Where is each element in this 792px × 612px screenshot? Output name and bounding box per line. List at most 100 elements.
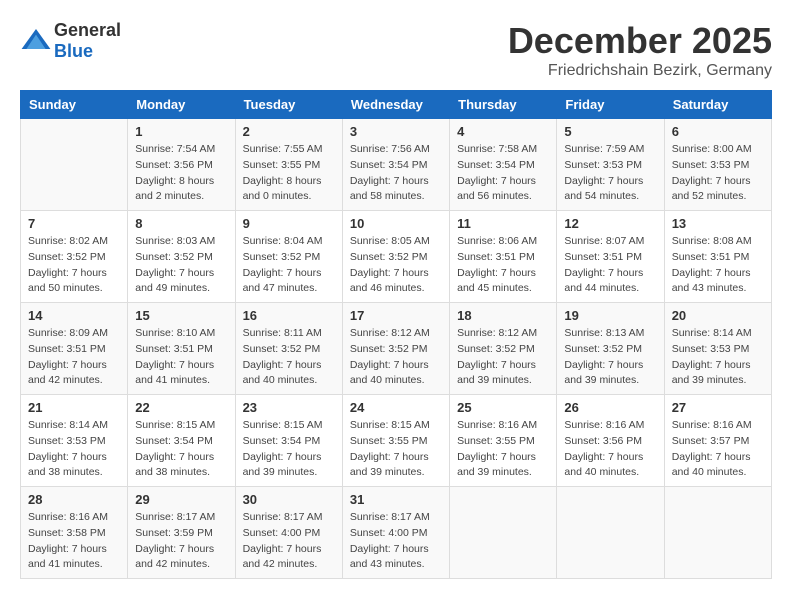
calendar-cell: 21Sunrise: 8:14 AM Sunset: 3:53 PM Dayli… [21, 395, 128, 487]
calendar-cell: 23Sunrise: 8:15 AM Sunset: 3:54 PM Dayli… [235, 395, 342, 487]
calendar-cell: 26Sunrise: 8:16 AM Sunset: 3:56 PM Dayli… [557, 395, 664, 487]
calendar-cell: 11Sunrise: 8:06 AM Sunset: 3:51 PM Dayli… [450, 211, 557, 303]
calendar-cell: 16Sunrise: 8:11 AM Sunset: 3:52 PM Dayli… [235, 303, 342, 395]
day-info: Sunrise: 8:17 AM Sunset: 4:00 PM Dayligh… [243, 510, 335, 573]
page-header: General Blue December 2025 Friedrichshai… [20, 20, 772, 80]
day-info: Sunrise: 8:16 AM Sunset: 3:57 PM Dayligh… [672, 418, 764, 481]
day-info: Sunrise: 8:16 AM Sunset: 3:56 PM Dayligh… [564, 418, 656, 481]
calendar-cell: 14 Sunrise: 8:09 AM Sunset: 3:51 PM Dayli… [21, 303, 128, 395]
day-number: 5 [564, 124, 656, 139]
weekday-header-saturday: Saturday [664, 91, 771, 119]
calendar-cell: 5 Sunrise: 7:59 AM Sunset: 3:53 PM Daylig… [557, 119, 664, 211]
day-number: 20 [672, 308, 764, 323]
day-number: 8 [135, 216, 227, 231]
day-number: 11 [457, 216, 549, 231]
weekday-header-thursday: Thursday [450, 91, 557, 119]
day-number: 2 [243, 124, 335, 139]
day-info: Sunrise: 8:17 AM Sunset: 4:00 PM Dayligh… [350, 510, 442, 573]
day-number: 9 [243, 216, 335, 231]
calendar-cell: 2Sunrise: 7:55 AM Sunset: 3:55 PM Daylig… [235, 119, 342, 211]
day-info: Sunrise: 8:12 AM Sunset: 3:52 PM Dayligh… [350, 326, 442, 389]
calendar-cell [21, 119, 128, 211]
day-info: Sunrise: 8:15 AM Sunset: 3:54 PM Dayligh… [135, 418, 227, 481]
day-number: 19 [564, 308, 656, 323]
day-number: 25 [457, 400, 549, 415]
day-number: 14 [28, 308, 120, 323]
calendar-cell: 22 Sunrise: 8:15 AM Sunset: 3:54 PM Dayli… [128, 395, 235, 487]
weekday-header-friday: Friday [557, 91, 664, 119]
day-info: Sunrise: 8:16 AM Sunset: 3:58 PM Dayligh… [28, 510, 120, 573]
logo-icon [20, 25, 52, 57]
day-info: Sunrise: 8:03 AM Sunset: 3:52 PM Dayligh… [135, 234, 227, 297]
day-info: Sunrise: 7:58 AM Sunset: 3:54 PM Dayligh… [457, 142, 549, 205]
day-info: Sunrise: 8:05 AM Sunset: 3:52 PM Dayligh… [350, 234, 442, 297]
calendar-week-row: 21Sunrise: 8:14 AM Sunset: 3:53 PM Dayli… [21, 395, 772, 487]
calendar-cell: 1 Sunrise: 7:54 AM Sunset: 3:56 PM Daylig… [128, 119, 235, 211]
day-number: 12 [564, 216, 656, 231]
day-number: 24 [350, 400, 442, 415]
calendar-cell: 29Sunrise: 8:17 AM Sunset: 3:59 PM Dayli… [128, 487, 235, 579]
calendar-cell: 17Sunrise: 8:12 AM Sunset: 3:52 PM Dayli… [342, 303, 449, 395]
day-number: 16 [243, 308, 335, 323]
day-info: Sunrise: 8:13 AM Sunset: 3:52 PM Dayligh… [564, 326, 656, 389]
day-info: Sunrise: 8:00 AM Sunset: 3:53 PM Dayligh… [672, 142, 764, 205]
day-info: Sunrise: 8:16 AM Sunset: 3:55 PM Dayligh… [457, 418, 549, 481]
day-info: Sunrise: 7:54 AM Sunset: 3:56 PM Dayligh… [135, 142, 227, 205]
calendar-cell: 24Sunrise: 8:15 AM Sunset: 3:55 PM Dayli… [342, 395, 449, 487]
calendar-cell [450, 487, 557, 579]
calendar-cell [664, 487, 771, 579]
day-number: 30 [243, 492, 335, 507]
day-info: Sunrise: 7:56 AM Sunset: 3:54 PM Dayligh… [350, 142, 442, 205]
weekday-header-tuesday: Tuesday [235, 91, 342, 119]
calendar-cell: 6 Sunrise: 8:00 AM Sunset: 3:53 PM Daylig… [664, 119, 771, 211]
weekday-header-wednesday: Wednesday [342, 91, 449, 119]
calendar-cell: 4 Sunrise: 7:58 AM Sunset: 3:54 PM Daylig… [450, 119, 557, 211]
day-number: 3 [350, 124, 442, 139]
day-number: 23 [243, 400, 335, 415]
day-info: Sunrise: 7:59 AM Sunset: 3:53 PM Dayligh… [564, 142, 656, 205]
calendar-week-row: 1 Sunrise: 7:54 AM Sunset: 3:56 PM Daylig… [21, 119, 772, 211]
calendar-cell: 25 Sunrise: 8:16 AM Sunset: 3:55 PM Dayli… [450, 395, 557, 487]
day-number: 27 [672, 400, 764, 415]
calendar-cell: 8 Sunrise: 8:03 AM Sunset: 3:52 PM Daylig… [128, 211, 235, 303]
title-area: December 2025 Friedrichshain Bezirk, Ger… [508, 20, 772, 80]
logo-text: General Blue [54, 20, 121, 62]
day-number: 31 [350, 492, 442, 507]
day-number: 4 [457, 124, 549, 139]
calendar-cell: 31 Sunrise: 8:17 AM Sunset: 4:00 PM Dayli… [342, 487, 449, 579]
day-number: 1 [135, 124, 227, 139]
day-number: 18 [457, 308, 549, 323]
day-number: 13 [672, 216, 764, 231]
calendar-table: SundayMondayTuesdayWednesdayThursdayFrid… [20, 90, 772, 579]
day-info: Sunrise: 8:10 AM Sunset: 3:51 PM Dayligh… [135, 326, 227, 389]
day-info: Sunrise: 8:14 AM Sunset: 3:53 PM Dayligh… [672, 326, 764, 389]
month-title: December 2025 [508, 20, 772, 62]
calendar-cell: 13 Sunrise: 8:08 AM Sunset: 3:51 PM Dayli… [664, 211, 771, 303]
day-number: 21 [28, 400, 120, 415]
calendar-cell: 7 Sunrise: 8:02 AM Sunset: 3:52 PM Daylig… [21, 211, 128, 303]
day-info: Sunrise: 8:08 AM Sunset: 3:51 PM Dayligh… [672, 234, 764, 297]
day-number: 6 [672, 124, 764, 139]
calendar-week-row: 14 Sunrise: 8:09 AM Sunset: 3:51 PM Dayli… [21, 303, 772, 395]
day-info: Sunrise: 8:04 AM Sunset: 3:52 PM Dayligh… [243, 234, 335, 297]
calendar-cell: 18 Sunrise: 8:12 AM Sunset: 3:52 PM Dayli… [450, 303, 557, 395]
day-info: Sunrise: 8:02 AM Sunset: 3:52 PM Dayligh… [28, 234, 120, 297]
calendar-week-row: 7 Sunrise: 8:02 AM Sunset: 3:52 PM Daylig… [21, 211, 772, 303]
day-info: Sunrise: 8:07 AM Sunset: 3:51 PM Dayligh… [564, 234, 656, 297]
day-number: 28 [28, 492, 120, 507]
day-number: 15 [135, 308, 227, 323]
calendar-cell: 12 Sunrise: 8:07 AM Sunset: 3:51 PM Dayli… [557, 211, 664, 303]
day-info: Sunrise: 8:12 AM Sunset: 3:52 PM Dayligh… [457, 326, 549, 389]
weekday-header-monday: Monday [128, 91, 235, 119]
day-info: Sunrise: 8:09 AM Sunset: 3:51 PM Dayligh… [28, 326, 120, 389]
day-number: 22 [135, 400, 227, 415]
logo-general: General [54, 20, 121, 40]
location-title: Friedrichshain Bezirk, Germany [508, 62, 772, 80]
calendar-cell: 10Sunrise: 8:05 AM Sunset: 3:52 PM Dayli… [342, 211, 449, 303]
logo: General Blue [20, 20, 121, 62]
day-number: 7 [28, 216, 120, 231]
calendar-week-row: 28 Sunrise: 8:16 AM Sunset: 3:58 PM Dayli… [21, 487, 772, 579]
calendar-cell: 9 Sunrise: 8:04 AM Sunset: 3:52 PM Daylig… [235, 211, 342, 303]
logo-blue: Blue [54, 41, 93, 61]
calendar-cell: 20 Sunrise: 8:14 AM Sunset: 3:53 PM Dayli… [664, 303, 771, 395]
